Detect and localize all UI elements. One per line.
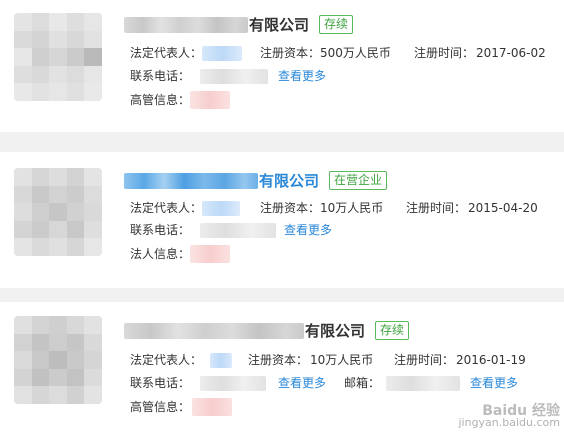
reg-time-value: 2015-04-20 <box>468 201 538 215</box>
reg-time-label: 注册时间： <box>414 46 475 60</box>
legal-rep-label: 法定代表人： <box>130 201 203 215</box>
phone-label: 联系电话： <box>130 69 191 83</box>
company-logo[interactable] <box>14 13 102 101</box>
company-name-suffix: 有限公司 <box>259 172 320 190</box>
company-name-redacted <box>124 16 248 33</box>
view-more-link[interactable]: 查看更多 <box>284 222 332 238</box>
reg-time-label: 注册时间： <box>406 201 467 215</box>
phone-redacted <box>200 69 268 84</box>
phone-label: 联系电话： <box>130 223 191 237</box>
legal-rep-redacted[interactable] <box>202 201 240 216</box>
exec-label: 高管信息： <box>130 93 191 107</box>
info-row: 法定代表人： 注册资本： 10万人民币 注册时间： 2015-04-20 <box>130 200 560 216</box>
reg-time-label: 注册时间： <box>394 353 455 367</box>
reg-time-value: 2016-01-19 <box>456 353 526 367</box>
company-title[interactable]: 有限公司 在营企业 <box>124 170 388 191</box>
legal-person-redacted[interactable] <box>190 245 230 263</box>
view-more-link[interactable]: 查看更多 <box>278 68 326 84</box>
company-name-redacted <box>124 322 304 339</box>
info-row: 法定代表人： 注册资本： 10万人民币 注册时间： 2016-01-19 <box>130 352 560 368</box>
email-label: 邮箱： <box>344 376 381 390</box>
company-name-redacted <box>124 172 258 189</box>
company-title[interactable]: 有限公司 存续 <box>124 320 410 341</box>
exec-redacted[interactable] <box>192 398 232 416</box>
capital-label: 注册资本： <box>260 46 321 60</box>
legal-rep-redacted[interactable] <box>210 353 232 368</box>
company-title[interactable]: 有限公司 存续 <box>124 14 354 35</box>
company-name-suffix: 有限公司 <box>249 16 310 34</box>
watermark-url: jingyan.baidu.com <box>458 416 560 429</box>
reg-time-value: 2017-06-02 <box>476 46 546 60</box>
legal-person-label: 法人信息： <box>130 247 191 261</box>
phone-row: 联系电话： 查看更多 邮箱： 查看更多 <box>130 375 550 391</box>
status-badge: 存续 <box>319 15 354 34</box>
phone-redacted <box>200 223 276 238</box>
capital-label: 注册资本： <box>248 353 309 367</box>
phone-row: 联系电话： 查看更多 <box>130 68 370 84</box>
legal-rep-label: 法定代表人： <box>130 353 203 367</box>
exec-row: 高管信息： <box>130 398 250 416</box>
legal-rep-redacted[interactable] <box>202 46 242 61</box>
company-card: 有限公司 在营企业 法定代表人： 注册资本： 10万人民币 注册时间： 2015… <box>0 152 564 288</box>
exec-redacted[interactable] <box>190 91 230 109</box>
legal-person-row: 法人信息： <box>130 245 250 263</box>
company-card: 有限公司 存续 法定代表人： 注册资本： 500万人民币 注册时间： 2017-… <box>0 0 564 132</box>
exec-label: 高管信息： <box>130 400 191 414</box>
email-redacted <box>386 376 460 391</box>
capital-value: 500万人民币 <box>320 46 391 60</box>
company-logo[interactable] <box>14 316 102 404</box>
view-more-link[interactable]: 查看更多 <box>278 375 326 391</box>
watermark: Baidu 经验 jingyan.baidu.com <box>458 404 560 429</box>
exec-row: 高管信息： <box>130 91 250 109</box>
phone-redacted <box>200 376 266 391</box>
capital-value: 10万人民币 <box>320 201 384 215</box>
phone-label: 联系电话： <box>130 376 191 390</box>
email-view-more-link[interactable]: 查看更多 <box>470 375 518 391</box>
status-badge: 在营企业 <box>329 171 388 190</box>
legal-rep-label: 法定代表人： <box>130 46 203 60</box>
capital-value: 10万人民币 <box>310 353 374 367</box>
status-badge: 存续 <box>375 321 410 340</box>
company-logo[interactable] <box>14 168 102 256</box>
phone-row: 联系电话： 查看更多 <box>130 222 370 238</box>
capital-label: 注册资本： <box>260 201 321 215</box>
company-name-suffix: 有限公司 <box>305 322 366 340</box>
info-row: 法定代表人： 注册资本： 500万人民币 注册时间： 2017-06-02 <box>130 45 560 61</box>
